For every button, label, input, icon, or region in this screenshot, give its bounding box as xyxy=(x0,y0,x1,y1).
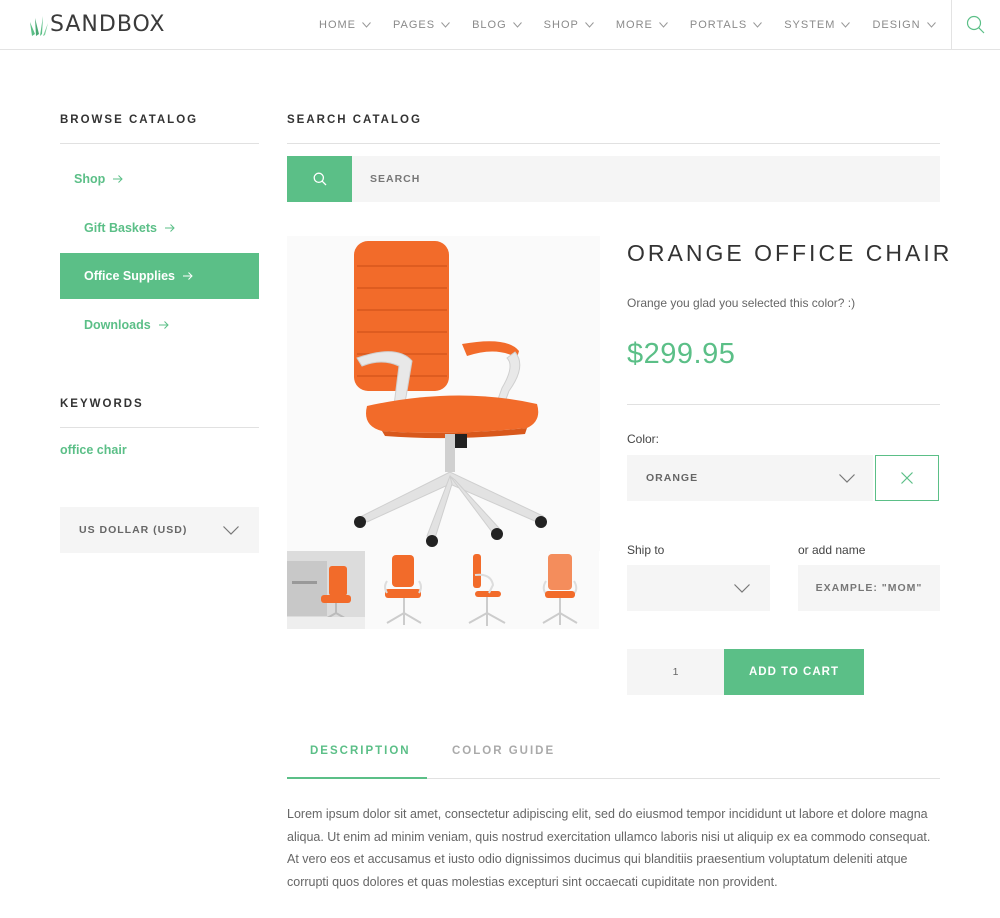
browse-catalog-title: BROWSE CATALOG xyxy=(60,114,199,126)
category-label: Gift Baskets xyxy=(84,221,157,235)
arrow-right-icon xyxy=(183,272,193,280)
arrow-right-icon xyxy=(158,321,169,329)
nav-label: PORTALS xyxy=(689,19,748,31)
chevron-down-icon xyxy=(926,22,936,28)
product-title: ORANGE OFFICE CHAIR xyxy=(627,240,953,266)
chevron-down-icon xyxy=(839,473,855,483)
category-office-supplies[interactable]: Office Supplies xyxy=(60,253,259,299)
tab-description[interactable]: DESCRIPTION xyxy=(310,745,411,757)
chevron-down-icon xyxy=(362,22,371,28)
thumbnail-4[interactable] xyxy=(521,551,599,629)
chevron-down-icon xyxy=(223,525,239,535)
ship-to-select[interactable] xyxy=(627,565,770,611)
search-icon xyxy=(966,15,985,34)
color-label: Color: xyxy=(627,432,660,446)
add-name-label: or add name xyxy=(798,543,866,557)
chevron-down-icon xyxy=(584,22,594,28)
active-tab-indicator xyxy=(287,777,427,779)
category-label: Shop xyxy=(74,172,106,186)
chevron-down-icon xyxy=(441,22,450,28)
chevron-down-icon xyxy=(753,22,763,28)
logo[interactable]: SANDBOX xyxy=(30,12,166,37)
nav-label: SYSTEM xyxy=(784,19,836,31)
catalog-search-button[interactable] xyxy=(287,156,352,202)
chair-side-thumbnail xyxy=(468,554,506,626)
nav-label: MORE xyxy=(615,19,653,31)
keyword-link[interactable]: office chair xyxy=(60,443,127,457)
category-shop[interactable]: Shop xyxy=(60,156,259,202)
close-icon xyxy=(901,472,913,484)
product-main-image[interactable] xyxy=(287,236,600,551)
nav-item-design[interactable]: DESIGN xyxy=(872,19,936,31)
nav-item-shop[interactable]: SHOP xyxy=(544,19,594,31)
nav-label: HOME xyxy=(319,19,356,31)
category-downloads[interactable]: Downloads xyxy=(60,302,259,348)
orange-chair-image xyxy=(354,241,547,547)
divider xyxy=(60,143,259,144)
nav-item-blog[interactable]: BLOG xyxy=(472,19,522,31)
product-short-description: Orange you glad you selected this color?… xyxy=(627,296,856,310)
nav-item-system[interactable]: SYSTEM xyxy=(784,19,851,31)
nav-label: PAGES xyxy=(393,19,436,31)
chevron-down-icon xyxy=(512,22,522,28)
thumbnail-2[interactable] xyxy=(365,551,443,629)
search-catalog-title: SEARCH CATALOG xyxy=(287,114,422,126)
currency-value: US DOLLAR (USD) xyxy=(79,524,188,536)
add-name-input[interactable] xyxy=(798,565,940,611)
search-icon xyxy=(313,172,326,186)
header-search-button[interactable] xyxy=(951,0,1000,50)
nav-item-home[interactable]: HOME xyxy=(319,19,371,31)
main-nav: HOME PAGES BLOG SHOP MORE PORTALS SYSTEM… xyxy=(319,0,958,50)
chevron-down-icon xyxy=(658,22,668,28)
description-text: Lorem ipsum dolor sit amet, consectetur … xyxy=(287,807,931,889)
divider xyxy=(627,404,940,405)
chevron-down-icon xyxy=(841,22,851,28)
ship-to-label: Ship to xyxy=(627,543,665,557)
site-header: SANDBOX HOME PAGES BLOG SHOP MORE PORTAL… xyxy=(0,0,1000,50)
catalog-search-input[interactable] xyxy=(352,156,940,202)
keywords-title: KEYWORDS xyxy=(60,398,144,410)
divider xyxy=(60,427,259,428)
nav-label: BLOG xyxy=(472,19,507,31)
add-to-cart-button[interactable]: ADD TO CART xyxy=(724,649,864,695)
thumbnail-1[interactable] xyxy=(287,551,365,629)
product-thumbnails xyxy=(287,551,599,629)
category-label: Office Supplies xyxy=(84,269,175,283)
chair-room-thumbnail xyxy=(287,551,365,629)
thumbnail-3[interactable] xyxy=(443,551,521,629)
chair-back-thumbnail xyxy=(542,554,578,625)
product-price: $299.95 xyxy=(627,338,736,370)
nav-item-portals[interactable]: PORTALS xyxy=(689,19,763,31)
arrow-right-icon xyxy=(164,224,175,232)
nav-label: DESIGN xyxy=(872,19,921,31)
arrow-right-icon xyxy=(113,175,123,183)
nav-item-pages[interactable]: PAGES xyxy=(393,19,450,31)
logo-text: SANDBOX xyxy=(50,12,166,37)
grass-logo-icon xyxy=(30,15,48,36)
category-label: Downloads xyxy=(84,318,151,332)
category-gift-baskets[interactable]: Gift Baskets xyxy=(60,205,259,251)
nav-item-more[interactable]: MORE xyxy=(616,19,668,31)
tab-color-guide[interactable]: COLOR GUIDE xyxy=(452,745,555,757)
currency-select[interactable]: US DOLLAR (USD) xyxy=(60,507,259,553)
quantity-input[interactable] xyxy=(627,649,724,695)
color-value: ORANGE xyxy=(646,472,699,484)
divider xyxy=(287,143,940,144)
clear-color-button[interactable] xyxy=(875,455,939,501)
color-select[interactable]: ORANGE xyxy=(627,455,873,501)
nav-label: SHOP xyxy=(543,19,579,31)
chair-front-thumbnail xyxy=(384,555,422,625)
chevron-down-icon xyxy=(734,583,750,593)
